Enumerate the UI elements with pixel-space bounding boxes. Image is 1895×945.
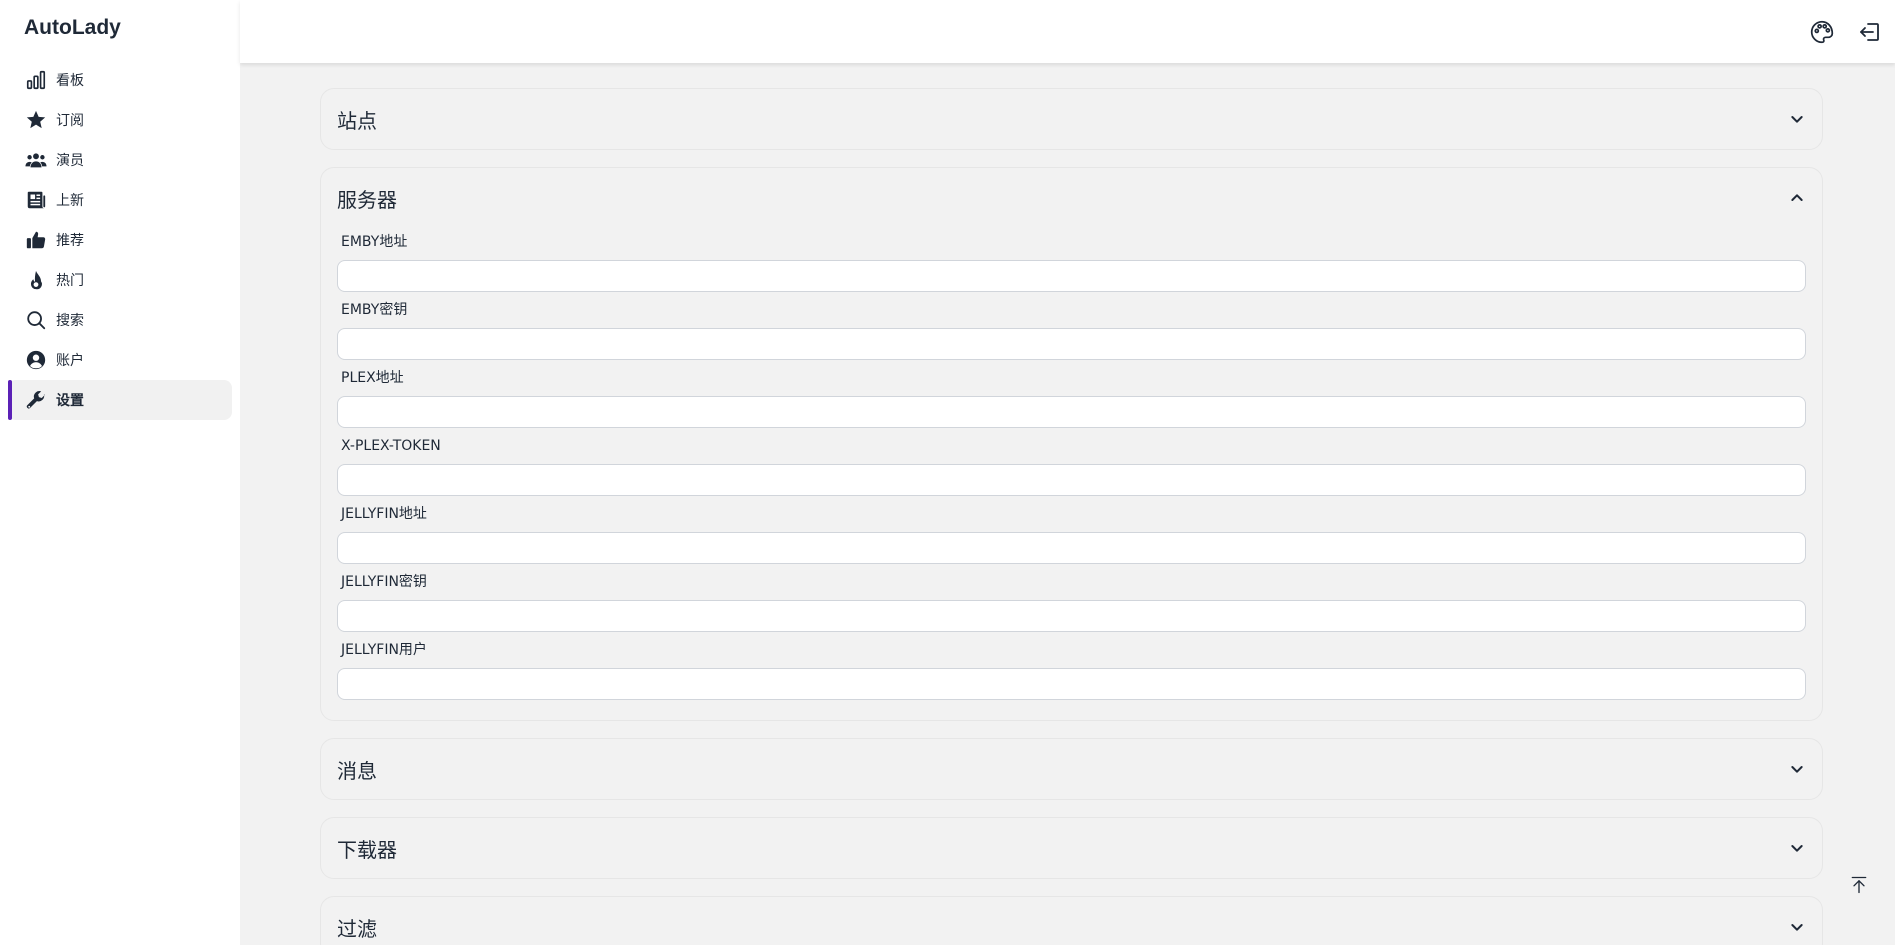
sidebar-item-account[interactable]: 账户 xyxy=(8,340,232,380)
sidebar-item-dashboard[interactable]: 看板 xyxy=(8,60,232,100)
sidebar-item-new[interactable]: 上新 xyxy=(8,180,232,220)
settings-content: 站点 服务器 EMBY地址 EMBY密钥 PLEX地址 X-PLEX-TOKEN… xyxy=(320,88,1823,945)
field-jellyfin-key: JELLYFIN密钥 xyxy=(337,564,1806,632)
field-label: PLEX地址 xyxy=(341,370,404,386)
chart-bar-icon xyxy=(24,68,48,92)
field-label: JELLYFIN地址 xyxy=(341,506,427,522)
panel-title: 站点 xyxy=(337,108,377,133)
plex-token-input[interactable] xyxy=(337,464,1806,496)
panel-server-body: EMBY地址 EMBY密钥 PLEX地址 X-PLEX-TOKEN JELLYF… xyxy=(321,224,1822,720)
field-emby-url: EMBY地址 xyxy=(337,224,1806,292)
panel-filter: 过滤 xyxy=(320,896,1823,945)
sidebar-item-label: 热门 xyxy=(56,273,84,289)
panel-downloader-header[interactable]: 下载器 xyxy=(321,818,1822,878)
plex-url-input[interactable] xyxy=(337,396,1806,428)
palette-icon[interactable] xyxy=(1808,18,1836,46)
panel-title: 消息 xyxy=(337,758,377,783)
sidebar-item-actors[interactable]: 演员 xyxy=(8,140,232,180)
star-icon xyxy=(24,108,48,132)
arrow-up-to-line-icon xyxy=(1849,875,1869,899)
panel-downloader: 下载器 xyxy=(320,817,1823,879)
chevron-down-icon xyxy=(1788,760,1806,778)
thumbs-up-icon xyxy=(24,228,48,252)
sidebar-item-label: 订阅 xyxy=(56,113,84,129)
panel-title: 过滤 xyxy=(337,916,377,941)
fire-icon xyxy=(24,268,48,292)
field-jellyfin-url: JELLYFIN地址 xyxy=(337,496,1806,564)
app-brand[interactable]: AutoLady xyxy=(24,16,121,40)
sidebar-item-settings[interactable]: 设置 xyxy=(8,380,232,420)
emby-key-input[interactable] xyxy=(337,328,1806,360)
chevron-up-icon xyxy=(1788,189,1806,207)
field-plex-url: PLEX地址 xyxy=(337,360,1806,428)
sidebar-item-search[interactable]: 搜索 xyxy=(8,300,232,340)
sidebar-item-recommend[interactable]: 推荐 xyxy=(8,220,232,260)
field-label: JELLYFIN密钥 xyxy=(341,574,427,590)
chevron-down-icon xyxy=(1788,839,1806,857)
field-label: JELLYFIN用户 xyxy=(341,642,427,658)
sidebar-nav: 看板 订阅 演员 上新 推荐 热门 搜索 账户 设置 xyxy=(8,60,232,420)
wrench-icon xyxy=(24,388,48,412)
field-jellyfin-user: JELLYFIN用户 xyxy=(337,632,1806,700)
emby-url-input[interactable] xyxy=(337,260,1806,292)
sidebar: AutoLady 看板 订阅 演员 上新 推荐 热门 搜索 账户 设置 xyxy=(0,0,240,945)
scroll-to-top-button[interactable] xyxy=(1848,876,1870,898)
sidebar-item-hot[interactable]: 热门 xyxy=(8,260,232,300)
user-circle-icon xyxy=(24,348,48,372)
top-bar xyxy=(240,0,1895,63)
panel-title: 下载器 xyxy=(337,837,397,862)
field-emby-key: EMBY密钥 xyxy=(337,292,1806,360)
users-icon xyxy=(24,148,48,172)
sidebar-item-label: 看板 xyxy=(56,73,84,89)
chevron-down-icon xyxy=(1788,110,1806,128)
field-label: EMBY地址 xyxy=(341,234,408,250)
jellyfin-url-input[interactable] xyxy=(337,532,1806,564)
chevron-down-icon xyxy=(1788,918,1806,936)
field-plex-token: X-PLEX-TOKEN xyxy=(337,428,1806,496)
field-label: EMBY密钥 xyxy=(341,302,408,318)
sidebar-item-label: 账户 xyxy=(56,353,84,369)
sidebar-item-label: 设置 xyxy=(56,393,84,409)
panel-server: 服务器 EMBY地址 EMBY密钥 PLEX地址 X-PLEX-TOKEN JE… xyxy=(320,167,1823,721)
panel-site: 站点 xyxy=(320,88,1823,150)
jellyfin-user-input[interactable] xyxy=(337,668,1806,700)
panel-message-header[interactable]: 消息 xyxy=(321,739,1822,799)
sidebar-item-label: 演员 xyxy=(56,153,84,169)
sidebar-item-label: 推荐 xyxy=(56,233,84,249)
panel-server-header[interactable]: 服务器 xyxy=(321,168,1822,228)
newspaper-icon xyxy=(24,188,48,212)
panel-message: 消息 xyxy=(320,738,1823,800)
sidebar-item-subscribe[interactable]: 订阅 xyxy=(8,100,232,140)
sidebar-item-label: 搜索 xyxy=(56,313,84,329)
panel-filter-header[interactable]: 过滤 xyxy=(321,897,1822,945)
panel-title: 服务器 xyxy=(337,187,397,212)
logout-icon[interactable] xyxy=(1856,18,1884,46)
search-icon xyxy=(24,308,48,332)
jellyfin-key-input[interactable] xyxy=(337,600,1806,632)
panel-site-header[interactable]: 站点 xyxy=(321,89,1822,149)
field-label: X-PLEX-TOKEN xyxy=(341,438,441,454)
sidebar-item-label: 上新 xyxy=(56,193,84,209)
